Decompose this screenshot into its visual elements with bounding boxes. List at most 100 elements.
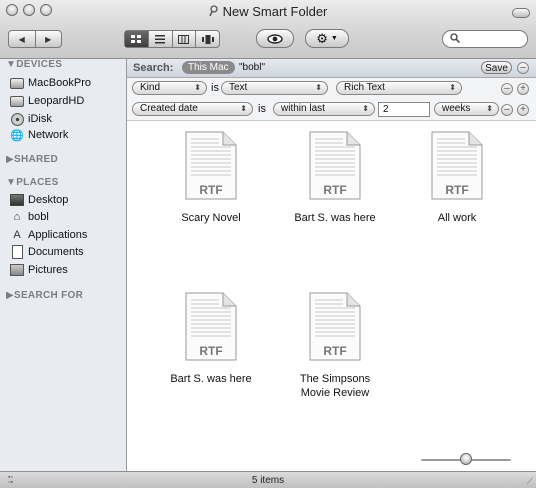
add-row-button[interactable]: + [517,83,529,95]
back-button[interactable]: ◀ [9,31,36,47]
content-area: Search: This Mac "bobl" Save – Kind ⬍ is … [127,59,536,471]
forward-button[interactable]: ▶ [36,31,62,47]
file-type-label: RTF [323,183,347,197]
scope-bobl-button[interactable]: "bobl" [239,62,265,73]
updown-arrows-icon: ⬍ [362,104,369,113]
back-arrow-icon: ◀ [18,34,25,44]
scope-this-mac-button[interactable]: This Mac [182,61,235,74]
back-forward-buttons: ◀ ▶ [8,30,62,48]
view-mode-selector [124,30,220,48]
window-title: New Smart Folder [0,4,536,19]
resize-handle-icon[interactable]: ⟋ [527,476,533,487]
sidebar-header-shared[interactable]: ▶SHARED [6,154,58,165]
sidebar-item-pictures[interactable]: Pictures [10,264,68,276]
sidebar-header-places[interactable]: ▼PLACES [6,177,59,188]
forward-arrow-icon: ▶ [45,34,52,44]
sidebar-header-devices[interactable]: ▼DEVICES [6,59,62,70]
sidebar-item-label: bobl [28,211,49,223]
criteria-value-popup[interactable]: Text ⬍ [221,81,328,95]
search-field[interactable] [442,30,528,48]
sidebar-item-idisk[interactable]: iDisk [10,112,52,126]
criteria-subvalue-popup[interactable]: Rich Text ⬍ [336,81,462,95]
file-item[interactable]: RTF All work [402,131,512,225]
rtf-document-icon: RTF [307,292,363,362]
sidebar-item-bobl[interactable]: ⌂ bobl [14,211,49,223]
quick-look-button[interactable] [256,29,294,48]
icon-view-icon [131,34,142,43]
sidebar-item-label: MacBookPro [28,77,91,89]
gear-icon: ⚙ [316,30,328,46]
status-bar: ▪▫ ▫▪ 5 items ⟋ [0,471,536,488]
action-menu-button[interactable]: ⚙ ▼ [305,29,349,48]
updown-arrows-icon: ⬍ [315,83,322,92]
rtf-document-icon: RTF [429,131,485,201]
updown-arrows-icon: ⬍ [194,83,201,92]
home-icon: ⌂ [13,211,21,223]
icon-size-slider-knob[interactable] [460,453,472,465]
list-view-button[interactable] [149,31,173,47]
smart-folder-icon [208,5,219,17]
sidebar-item-label: Desktop [28,194,69,206]
sidebar-item-applications[interactable]: A Applications [13,229,88,241]
save-search-button[interactable]: Save [481,61,512,74]
sidebar: ▼DEVICES MacBookPro LeopardHD iDisk 🌐 Ne… [0,59,127,471]
sidebar-item-documents[interactable]: Documents [11,245,84,259]
cover-flow-button[interactable] [196,31,219,47]
file-item[interactable]: RTF The Simpsons Movie Review [280,292,390,400]
column-view-icon [178,34,190,44]
pictures-camera-icon [10,264,24,276]
criteria-value-popup[interactable]: within last ⬍ [273,102,375,116]
title-bar: New Smart Folder ◀ ▶ ⚙ ▼ [0,0,536,59]
criteria-row-created: Created date ⬍ is within last ⬍ 2 weeks ⬍ –… [127,99,536,121]
file-name: All work [437,212,477,224]
idisk-icon [10,112,24,126]
popup-value: weeks [442,103,471,114]
popup-value: Created date [140,103,198,114]
sidebar-item-label: Pictures [28,264,68,276]
laptop-drive-icon [10,77,24,89]
remove-criteria-button[interactable]: – [517,62,529,74]
remove-row-button[interactable]: – [501,83,513,95]
sidebar-item-label: Network [28,129,69,141]
file-type-label: RTF [323,344,347,358]
criteria-amount-input[interactable]: 2 [378,102,430,117]
toolbar-toggle-button[interactable] [512,8,530,18]
file-item[interactable]: RTF Bart S. was here [156,292,266,386]
file-item[interactable]: RTF Bart S. was here [280,131,390,225]
add-row-button[interactable]: + [517,104,529,116]
icon-view-button[interactable] [125,31,149,47]
sidebar-item-desktop[interactable]: Desktop [10,194,69,206]
desktop-icon [10,194,24,206]
popup-value: Text [229,82,248,93]
updown-arrows-icon: ⬍ [486,104,493,113]
file-name: Scary Novel [181,212,241,224]
criteria-attribute-popup[interactable]: Created date ⬍ [132,102,253,116]
updown-arrows-icon: ⬍ [240,104,247,113]
file-item[interactable]: RTF Scary Novel [156,131,266,225]
sidebar-item-label: Applications [28,229,88,241]
remove-row-button[interactable]: – [501,104,513,116]
search-icon [450,33,461,46]
rtf-document-icon: RTF [183,131,239,201]
sidebar-item-macbookpro[interactable]: MacBookPro [10,77,91,89]
cover-flow-icon [201,34,214,44]
criteria-operator-text: is [258,103,266,115]
criteria-attribute-popup[interactable]: Kind ⬍ [132,81,207,95]
file-name: The Simpsons Movie Review [299,373,371,399]
criteria-row-kind: Kind ⬍ is Text ⬍ Rich Text ⬍ – + [127,78,536,100]
column-view-button[interactable] [173,31,197,47]
chevron-down-icon: ▼ [330,35,338,42]
file-type-label: RTF [445,183,469,197]
file-type-label: RTF [199,183,223,197]
icon-size-slider-area [127,449,536,471]
criteria-unit-popup[interactable]: weeks ⬍ [434,102,499,116]
file-name: Bart S. was here [294,212,376,224]
criteria-operator-text: is [211,82,219,94]
sidebar-item-label: LeopardHD [28,95,85,107]
sidebar-item-leopardhd[interactable]: LeopardHD [10,95,85,107]
network-globe-icon: 🌐 [10,129,24,142]
documents-icon [10,245,24,259]
sidebar-header-search-for[interactable]: ▶SEARCH FOR [6,290,83,301]
search-scope-label: Search: [133,62,174,74]
sidebar-item-network[interactable]: 🌐 Network [10,129,69,142]
